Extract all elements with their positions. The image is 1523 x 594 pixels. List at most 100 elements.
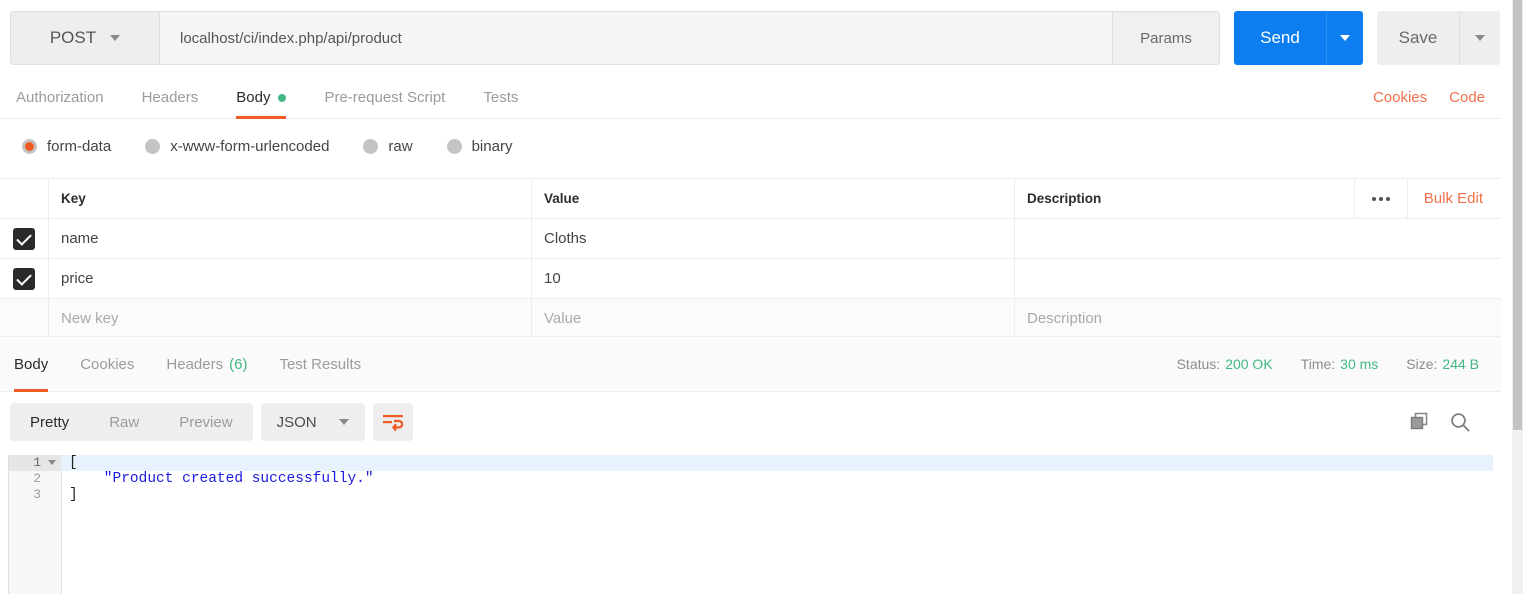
radio-label: raw: [388, 137, 413, 155]
send-button[interactable]: Send: [1234, 11, 1326, 65]
row-description[interactable]: [1015, 219, 1501, 258]
chevron-down-icon: [1340, 35, 1350, 41]
row-enable-cell: [0, 219, 49, 258]
url-input[interactable]: [178, 28, 1112, 48]
view-mode-pretty[interactable]: Pretty: [10, 403, 89, 441]
request-tabs: Authorization Headers Body Pre-request S…: [0, 77, 1501, 119]
save-options-button[interactable]: [1459, 11, 1500, 65]
header-checkbox-cell: [0, 179, 49, 218]
new-description-input[interactable]: Description: [1015, 299, 1501, 338]
tab-label: Authorization: [16, 89, 104, 106]
send-options-button[interactable]: [1326, 11, 1363, 65]
code-string: "Product created successfully.": [69, 471, 374, 487]
new-value-input[interactable]: Value: [532, 299, 1015, 338]
line-number[interactable]: 1: [9, 455, 61, 471]
chevron-down-icon: [1475, 35, 1485, 41]
row-enable-cell: [0, 259, 49, 298]
word-wrap-toggle[interactable]: [372, 403, 413, 441]
page-scrollbar-thumb[interactable]: [1513, 0, 1522, 430]
line-number[interactable]: 2: [9, 471, 61, 487]
table-row: price 10: [0, 259, 1501, 299]
params-button[interactable]: Params: [1113, 11, 1220, 65]
row-key[interactable]: price: [49, 259, 532, 298]
response-tabs-bar: Body Cookies Headers (6) Test Results St…: [0, 336, 1501, 392]
response-tab-label: Body: [14, 355, 49, 373]
response-toolbar: Pretty Raw Preview JSON: [0, 393, 1501, 451]
more-options-icon[interactable]: [1353, 179, 1407, 218]
radio-icon: [22, 138, 37, 154]
code-line: ]: [69, 487, 78, 503]
radio-binary[interactable]: binary: [446, 137, 513, 155]
http-method-select[interactable]: POST: [10, 11, 159, 65]
page-scrollbar[interactable]: [1512, 0, 1523, 594]
tab-body[interactable]: Body: [236, 77, 287, 119]
fold-arrow-icon[interactable]: [48, 460, 56, 465]
time-label: Time:: [1300, 356, 1336, 372]
view-mode-preview[interactable]: Preview: [159, 403, 252, 441]
radio-icon: [145, 138, 161, 154]
row-value[interactable]: Cloths: [532, 219, 1015, 258]
radio-raw[interactable]: raw: [363, 137, 413, 155]
bulk-edit-button[interactable]: Bulk Edit: [1406, 179, 1501, 218]
radio-x-www-form-urlencoded[interactable]: x-www-form-urlencoded: [145, 138, 329, 155]
editor-content[interactable]: [ "Product created successfully." ]: [61, 455, 1493, 594]
chevron-down-icon: [110, 35, 121, 41]
view-mode-raw[interactable]: Raw: [89, 403, 159, 441]
table-row: name Cloths: [0, 219, 1501, 259]
chevron-down-icon: [338, 419, 349, 425]
tab-tests[interactable]: Tests: [483, 77, 518, 119]
code-line: "Product created successfully.": [61, 471, 1493, 487]
response-view-mode-group: Pretty Raw Preview: [10, 403, 253, 441]
size-meta: Size: 244 B: [1406, 356, 1479, 372]
tab-headers[interactable]: Headers: [142, 77, 199, 119]
save-button-group: Save: [1377, 11, 1500, 65]
row-checkbox[interactable]: [13, 227, 35, 250]
response-tab-headers[interactable]: Headers (6): [166, 336, 247, 392]
row-value[interactable]: 10: [532, 259, 1015, 298]
search-button[interactable]: [1449, 411, 1471, 433]
new-key-input[interactable]: New key: [49, 299, 532, 338]
header-key: Key: [49, 179, 532, 218]
line-number[interactable]: 3: [9, 487, 61, 503]
response-tab-test-results[interactable]: Test Results: [279, 336, 361, 392]
tab-authorization[interactable]: Authorization: [16, 77, 104, 119]
response-body-editor[interactable]: 1 2 3 [ "Product created successfully." …: [8, 455, 1493, 594]
status-label: Status:: [1176, 356, 1221, 372]
header-description-cell: Description Bulk Edit: [1015, 179, 1501, 218]
table-tools: Bulk Edit: [1353, 179, 1501, 218]
response-tab-body[interactable]: Body: [14, 336, 49, 392]
row-checkbox[interactable]: [13, 267, 35, 290]
table-header-row: Key Value Description Bulk Edit: [0, 179, 1501, 219]
new-row-checkbox-cell: [0, 299, 49, 338]
radio-form-data[interactable]: form-data: [22, 138, 111, 155]
response-tab-cookies[interactable]: Cookies: [80, 336, 134, 392]
copy-button[interactable]: [1409, 411, 1431, 433]
header-description: Description: [1027, 191, 1102, 206]
body-type-radio-group: form-data x-www-form-urlencoded raw bina…: [0, 120, 1501, 172]
table-new-row: New key Value Description: [0, 299, 1501, 339]
radio-label: x-www-form-urlencoded: [170, 137, 330, 155]
copy-icon: [1410, 412, 1428, 430]
tab-label: Pre-request Script: [324, 89, 446, 106]
row-key[interactable]: name: [49, 219, 532, 258]
form-data-table: Key Value Description Bulk Edit name Clo…: [0, 178, 1501, 339]
tab-label: Tests: [483, 89, 519, 106]
row-description[interactable]: [1015, 259, 1501, 298]
tab-pre-request-script[interactable]: Pre-request Script: [324, 77, 445, 119]
url-input-wrapper[interactable]: [159, 11, 1113, 65]
http-method-label: POST: [49, 28, 97, 47]
save-button[interactable]: Save: [1377, 11, 1459, 65]
tab-label: Headers: [141, 89, 199, 106]
status-meta: Status: 200 OK: [1177, 356, 1273, 372]
tab-label: Body: [236, 89, 271, 106]
radio-label: binary: [471, 137, 513, 155]
code-link[interactable]: Code: [1449, 89, 1485, 106]
status-value: 200 OK: [1225, 356, 1273, 372]
line-number-text: 1: [33, 455, 41, 470]
request-tabs-actions: Cookies Code: [1373, 89, 1501, 106]
response-tab-label: Cookies: [80, 355, 135, 373]
response-format-select[interactable]: JSON: [260, 403, 365, 441]
cookies-link[interactable]: Cookies: [1373, 89, 1427, 106]
editor-gutter: 1 2 3: [9, 455, 62, 594]
response-tab-label: Test Results: [279, 355, 362, 373]
